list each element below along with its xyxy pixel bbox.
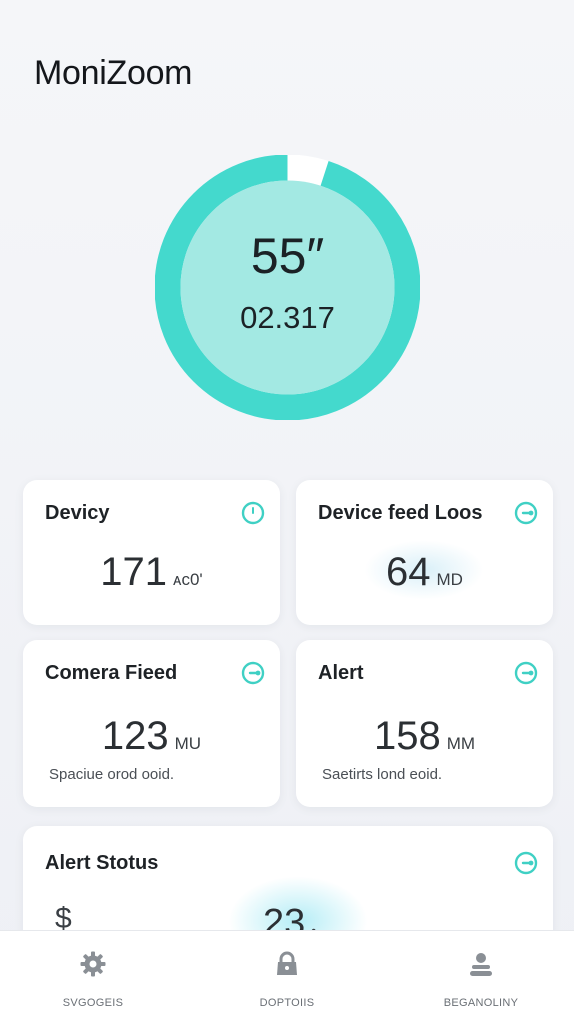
card-caption: Saetirts lond eoid. xyxy=(322,766,443,783)
progress-gauge: 55″ 02.317 xyxy=(155,155,420,420)
circle-arrow-icon[interactable] xyxy=(513,850,539,876)
nav-label: SVGOGEIS xyxy=(62,997,124,1009)
circle-arrow-icon[interactable] xyxy=(513,500,539,526)
circle-refresh-icon[interactable] xyxy=(240,500,266,526)
card-value-number: 64 xyxy=(386,550,431,594)
card-value-number: 123 xyxy=(101,714,169,758)
gauge-center xyxy=(180,180,395,395)
card-caption: Spaciue orod ooid. xyxy=(49,766,175,783)
nav-item-details[interactable]: DOPTOIIS xyxy=(207,949,367,1009)
card-title: Alert xyxy=(318,662,364,684)
app-title: MoniZoom xyxy=(34,54,193,92)
card-value-unit: MM xyxy=(446,734,476,753)
device-card[interactable]: Devicy 171 ᴀc0' xyxy=(23,480,280,625)
card-title: Comera Fieed xyxy=(45,662,178,684)
card-value-number: 171 xyxy=(100,550,168,594)
user-icon xyxy=(470,953,492,976)
card-value: 171 ᴀc0' xyxy=(23,550,280,595)
nav-item-settings[interactable]: SVGOGEIS xyxy=(13,949,173,1009)
gauge-ring xyxy=(155,155,420,420)
bottom-nav: SVGOGEIS DOPTOIIS BEGANOLINY xyxy=(0,930,574,1024)
nav-label: BEGANOLINY xyxy=(443,997,519,1009)
lock-icon xyxy=(277,951,297,975)
card-value-unit: MU xyxy=(174,734,202,753)
card-value-unit: MD xyxy=(436,570,463,589)
card-value: 158 MM xyxy=(296,714,553,759)
gauge-value: 55″ xyxy=(250,228,325,284)
gauge-sub-value: 02.317 xyxy=(240,300,335,335)
card-title: Alert Stotus xyxy=(45,852,159,874)
gear-icon xyxy=(80,951,106,977)
device-feed-card[interactable]: Device feed Loos 64 MD xyxy=(296,480,553,625)
circle-arrow-icon[interactable] xyxy=(513,660,539,686)
card-value-unit: ᴀc0' xyxy=(173,570,203,589)
card-value: 123 MU xyxy=(23,714,280,759)
nav-item-account[interactable]: BEGANOLINY xyxy=(401,949,561,1009)
card-title: Device feed Loos xyxy=(318,502,483,524)
card-value: 64 MD xyxy=(296,550,553,595)
camera-feed-card[interactable]: Comera Fieed 123 MU Spaciue orod ooid. xyxy=(23,640,280,807)
nav-label: DOPTOIIS xyxy=(259,997,315,1009)
card-value-number: 158 xyxy=(373,714,441,758)
card-title: Devicy xyxy=(45,502,110,524)
alert-card[interactable]: Alert 158 MM Saetirts lond eoid. xyxy=(296,640,553,807)
circle-arrow-icon[interactable] xyxy=(240,660,266,686)
